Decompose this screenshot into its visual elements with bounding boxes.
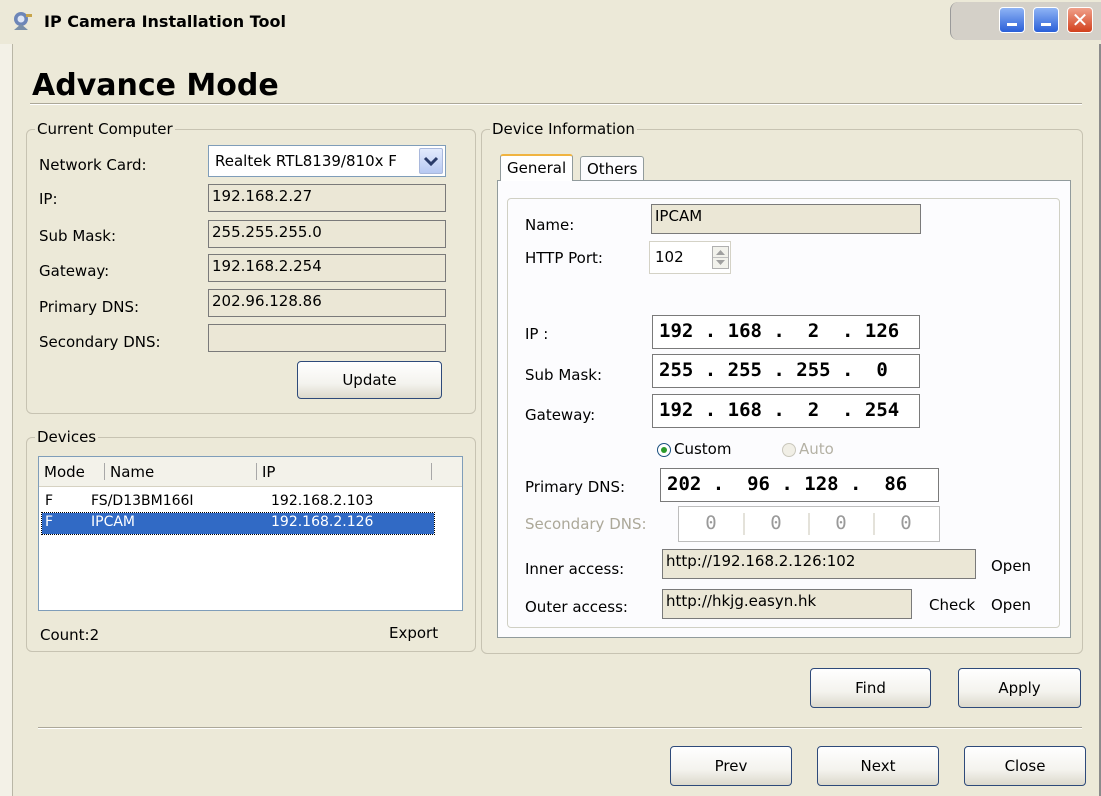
dropdown-button[interactable] <box>419 148 443 174</box>
secondary-dns-field <box>208 324 446 352</box>
secondary-dns-octet: 0 <box>900 512 912 534</box>
auto-dns-label[interactable]: Auto <box>799 440 834 458</box>
primary-dns-field: 202.96.128.86 <box>208 289 446 317</box>
table-row[interactable]: F FS/D13BM166I 192.168.2.103 <box>39 492 434 512</box>
spinner-arrows[interactable] <box>712 246 729 269</box>
secondary-dns-octet: 0 <box>705 512 717 534</box>
ip-label: IP: <box>39 190 58 208</box>
outer-check-link[interactable]: Check <box>929 596 975 614</box>
update-button[interactable]: Update <box>297 361 442 399</box>
octet-separator <box>873 513 875 535</box>
window-title: IP Camera Installation Tool <box>44 12 286 31</box>
cell-name: IPCAM <box>91 514 136 530</box>
custom-dns-radio[interactable] <box>657 443 671 457</box>
devices-list[interactable]: Mode Name IP F FS/D13BM166I 192.168.2.10… <box>38 456 463 611</box>
octet-separator <box>808 513 810 535</box>
column-divider <box>256 463 257 480</box>
primary-dns-label: Primary DNS: <box>39 298 140 316</box>
spinner-updown-icon <box>713 250 728 265</box>
octet-separator <box>743 513 745 535</box>
footer-divider <box>38 727 1082 729</box>
ip-field: 192.168.2.27 <box>208 184 446 212</box>
current-computer-legend: Current Computer <box>37 120 173 138</box>
device-sub-mask-label: Sub Mask: <box>525 366 603 384</box>
device-sub-mask-field[interactable]: 255 . 255 . 255 . 0 <box>652 354 920 388</box>
cell-mode: F <box>45 493 54 509</box>
device-name-label: Name: <box>525 216 575 234</box>
device-count: Count:2 <box>40 626 100 644</box>
device-primary-dns-field[interactable]: 202 . 96 . 128 . 86 <box>660 468 939 502</box>
device-gateway-field[interactable]: 192 . 168 . 2 . 254 <box>652 394 920 428</box>
device-ip-label: IP : <box>525 325 549 343</box>
http-port-spinner[interactable]: 102 <box>649 241 731 274</box>
devices-legend: Devices <box>37 428 97 446</box>
export-link[interactable]: Export <box>389 624 438 642</box>
minimize-button[interactable] <box>999 7 1025 33</box>
list-header <box>39 457 462 487</box>
find-button[interactable]: Find <box>810 668 931 708</box>
device-name-field[interactable]: IPCAM <box>651 204 921 234</box>
secondary-dns-octet: 0 <box>770 512 782 534</box>
inner-access-label: Inner access: <box>525 560 625 578</box>
window-controls: ✕ <box>950 2 1101 40</box>
app-camera-icon <box>14 12 32 30</box>
network-card-select[interactable]: Realtek RTL8139/810x F <box>208 145 446 177</box>
page-title: Advance Mode <box>32 68 279 103</box>
device-information-legend: Device Information <box>492 120 635 138</box>
sub-mask-label: Sub Mask: <box>39 227 117 245</box>
chevron-down-icon <box>423 156 439 167</box>
device-secondary-dns-field: 0 0 0 0 <box>678 506 940 542</box>
device-ip-field[interactable]: 192 . 168 . 2 . 126 <box>652 315 920 349</box>
inner-access-field: http://192.168.2.126:102 <box>662 549 976 579</box>
apply-button[interactable]: Apply <box>958 668 1081 708</box>
close-window-button[interactable]: ✕ <box>1067 7 1093 33</box>
device-gateway-label: Gateway: <box>525 406 596 424</box>
device-secondary-dns-label: Secondary DNS: <box>525 515 647 533</box>
cell-ip: 192.168.2.126 <box>271 514 374 530</box>
auto-dns-radio[interactable] <box>782 443 796 457</box>
outer-access-field: http://hkjg.easyn.hk <box>662 589 912 619</box>
network-card-value: Realtek RTL8139/810x F <box>215 152 397 170</box>
close-icon: ✕ <box>1071 8 1089 32</box>
tab-others[interactable]: Others <box>580 156 645 180</box>
column-divider <box>431 463 432 480</box>
cell-mode: F <box>45 514 54 530</box>
column-divider <box>104 463 105 480</box>
http-port-label: HTTP Port: <box>525 249 603 267</box>
column-header-name[interactable]: Name <box>110 463 154 481</box>
prev-button[interactable]: Prev <box>670 746 792 786</box>
device-primary-dns-label: Primary DNS: <box>525 478 626 496</box>
heading-divider <box>30 103 1082 105</box>
next-button[interactable]: Next <box>817 746 939 786</box>
custom-dns-label[interactable]: Custom <box>674 440 731 458</box>
gateway-label: Gateway: <box>39 262 110 280</box>
table-row-selected[interactable]: F IPCAM 192.168.2.126 <box>41 512 435 535</box>
column-header-ip[interactable]: IP <box>262 463 275 481</box>
cell-name: FS/D13BM166I <box>91 493 194 509</box>
left-panel-edge <box>0 44 13 796</box>
outer-access-label: Outer access: <box>525 598 628 616</box>
network-card-label: Network Card: <box>39 156 147 174</box>
sub-mask-field: 255.255.255.0 <box>208 220 446 248</box>
restore-button[interactable] <box>1033 7 1059 33</box>
tab-general[interactable]: General <box>500 154 574 181</box>
secondary-dns-label: Secondary DNS: <box>39 333 161 351</box>
http-port-value: 102 <box>655 248 684 266</box>
cell-ip: 192.168.2.103 <box>271 493 374 509</box>
close-button[interactable]: Close <box>964 746 1086 786</box>
inner-open-link[interactable]: Open <box>991 557 1031 575</box>
gateway-field: 192.168.2.254 <box>208 254 446 282</box>
secondary-dns-octet: 0 <box>835 512 847 534</box>
column-header-mode[interactable]: Mode <box>44 463 85 481</box>
outer-open-link[interactable]: Open <box>991 596 1031 614</box>
